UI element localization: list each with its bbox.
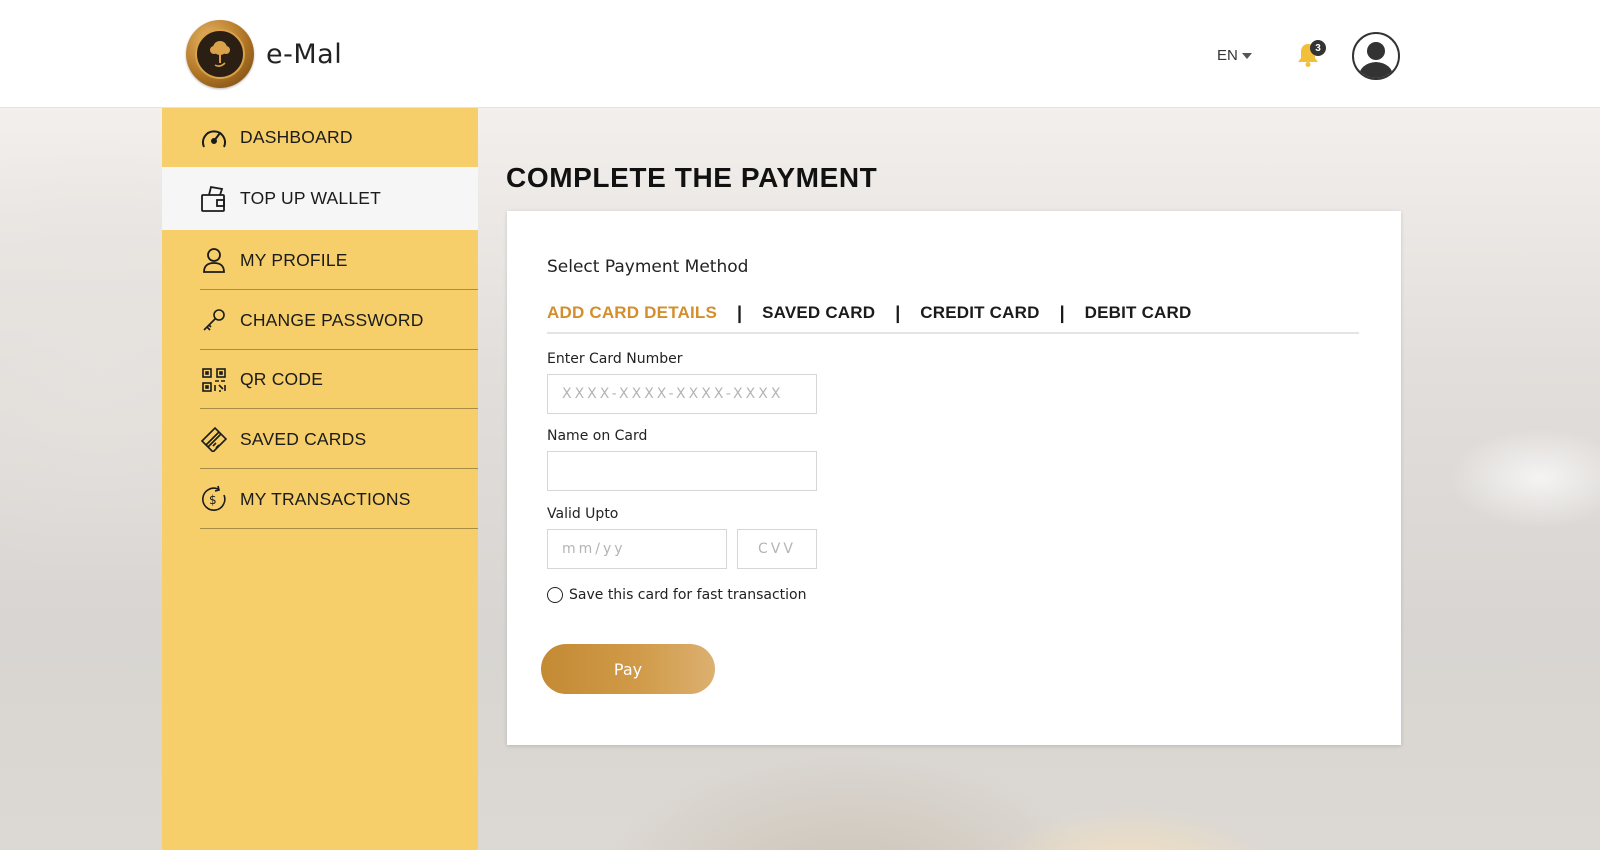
name-on-card-label: Name on Card [547, 428, 648, 444]
card-number-label: Enter Card Number [547, 351, 683, 367]
sidebar-item-change-password[interactable]: CHANGE PASSWORD [162, 290, 478, 350]
app-name: e-Mal [266, 38, 343, 70]
user-silhouette-icon [1358, 42, 1394, 78]
sidebar-item-saved-cards[interactable]: SAVED CARDS [162, 409, 478, 469]
payment-card: Select Payment Method ADD CARD DETAILS |… [507, 211, 1401, 745]
top-header: e-Mal EN 3 [0, 0, 1600, 108]
sidebar-item-label: MY TRANSACTIONS [240, 488, 411, 509]
tab-debit-card[interactable]: DEBIT CARD [1085, 303, 1192, 323]
card-number-input[interactable] [547, 374, 817, 414]
sidebar-item-my-profile[interactable]: MY PROFILE [162, 230, 478, 290]
tab-saved-card[interactable]: SAVED CARD [762, 303, 875, 323]
cvv-input[interactable] [737, 529, 817, 569]
svg-text:$: $ [209, 493, 217, 507]
wallet-icon [200, 185, 228, 213]
sidebar-item-my-transactions[interactable]: $ MY TRANSACTIONS [162, 469, 478, 529]
sidebar: DASHBOARD TOP UP WALLET MY PROFILE CHANG… [162, 108, 478, 850]
save-card-option[interactable]: Save this card for fast transaction [547, 587, 806, 603]
valid-upto-label: Valid Upto [547, 506, 619, 522]
name-on-card-input[interactable] [547, 451, 817, 491]
tab-add-card-details[interactable]: ADD CARD DETAILS [547, 303, 717, 323]
brand[interactable]: e-Mal [186, 20, 342, 88]
qr-code-icon [200, 366, 228, 394]
sidebar-item-label: MY PROFILE [240, 249, 348, 270]
sidebar-item-qr-code[interactable]: QR CODE [162, 350, 478, 409]
sidebar-item-label: DASHBOARD [240, 127, 353, 147]
sidebar-item-label: TOP UP WALLET [240, 188, 382, 208]
language-selector[interactable]: EN [1217, 47, 1252, 64]
notifications-button[interactable]: 3 [1296, 40, 1326, 70]
tab-separator: | [1059, 303, 1065, 323]
card-icon [200, 425, 228, 453]
tab-separator: | [895, 303, 901, 323]
sidebar-item-label: SAVED CARDS [240, 428, 367, 449]
logo-icon [186, 20, 254, 88]
tab-credit-card[interactable]: CREDIT CARD [920, 303, 1039, 323]
sidebar-item-dashboard[interactable]: DASHBOARD [162, 108, 478, 167]
user-icon [200, 246, 228, 274]
sidebar-item-label: CHANGE PASSWORD [240, 309, 424, 330]
speedometer-icon [200, 124, 228, 152]
page-title: COMPLETE THE PAYMENT [506, 162, 878, 193]
pay-button[interactable]: Pay [541, 644, 715, 694]
language-label: EN [1217, 47, 1238, 64]
sidebar-item-top-up-wallet[interactable]: TOP UP WALLET [162, 167, 478, 230]
dollar-cycle-icon: $ [200, 485, 228, 513]
chevron-down-icon [1241, 52, 1252, 59]
select-payment-method-label: Select Payment Method [547, 257, 749, 277]
expiry-date-input[interactable] [547, 529, 727, 569]
save-card-label: Save this card for fast transaction [569, 587, 807, 603]
avatar[interactable] [1352, 32, 1400, 80]
payment-method-tabs: ADD CARD DETAILS | SAVED CARD | CREDIT C… [547, 303, 1359, 334]
sidebar-item-label: QR CODE [240, 369, 324, 389]
save-card-radio[interactable] [547, 587, 563, 603]
tab-separator: | [737, 303, 743, 323]
key-icon [200, 306, 228, 334]
notification-badge: 3 [1310, 40, 1326, 56]
